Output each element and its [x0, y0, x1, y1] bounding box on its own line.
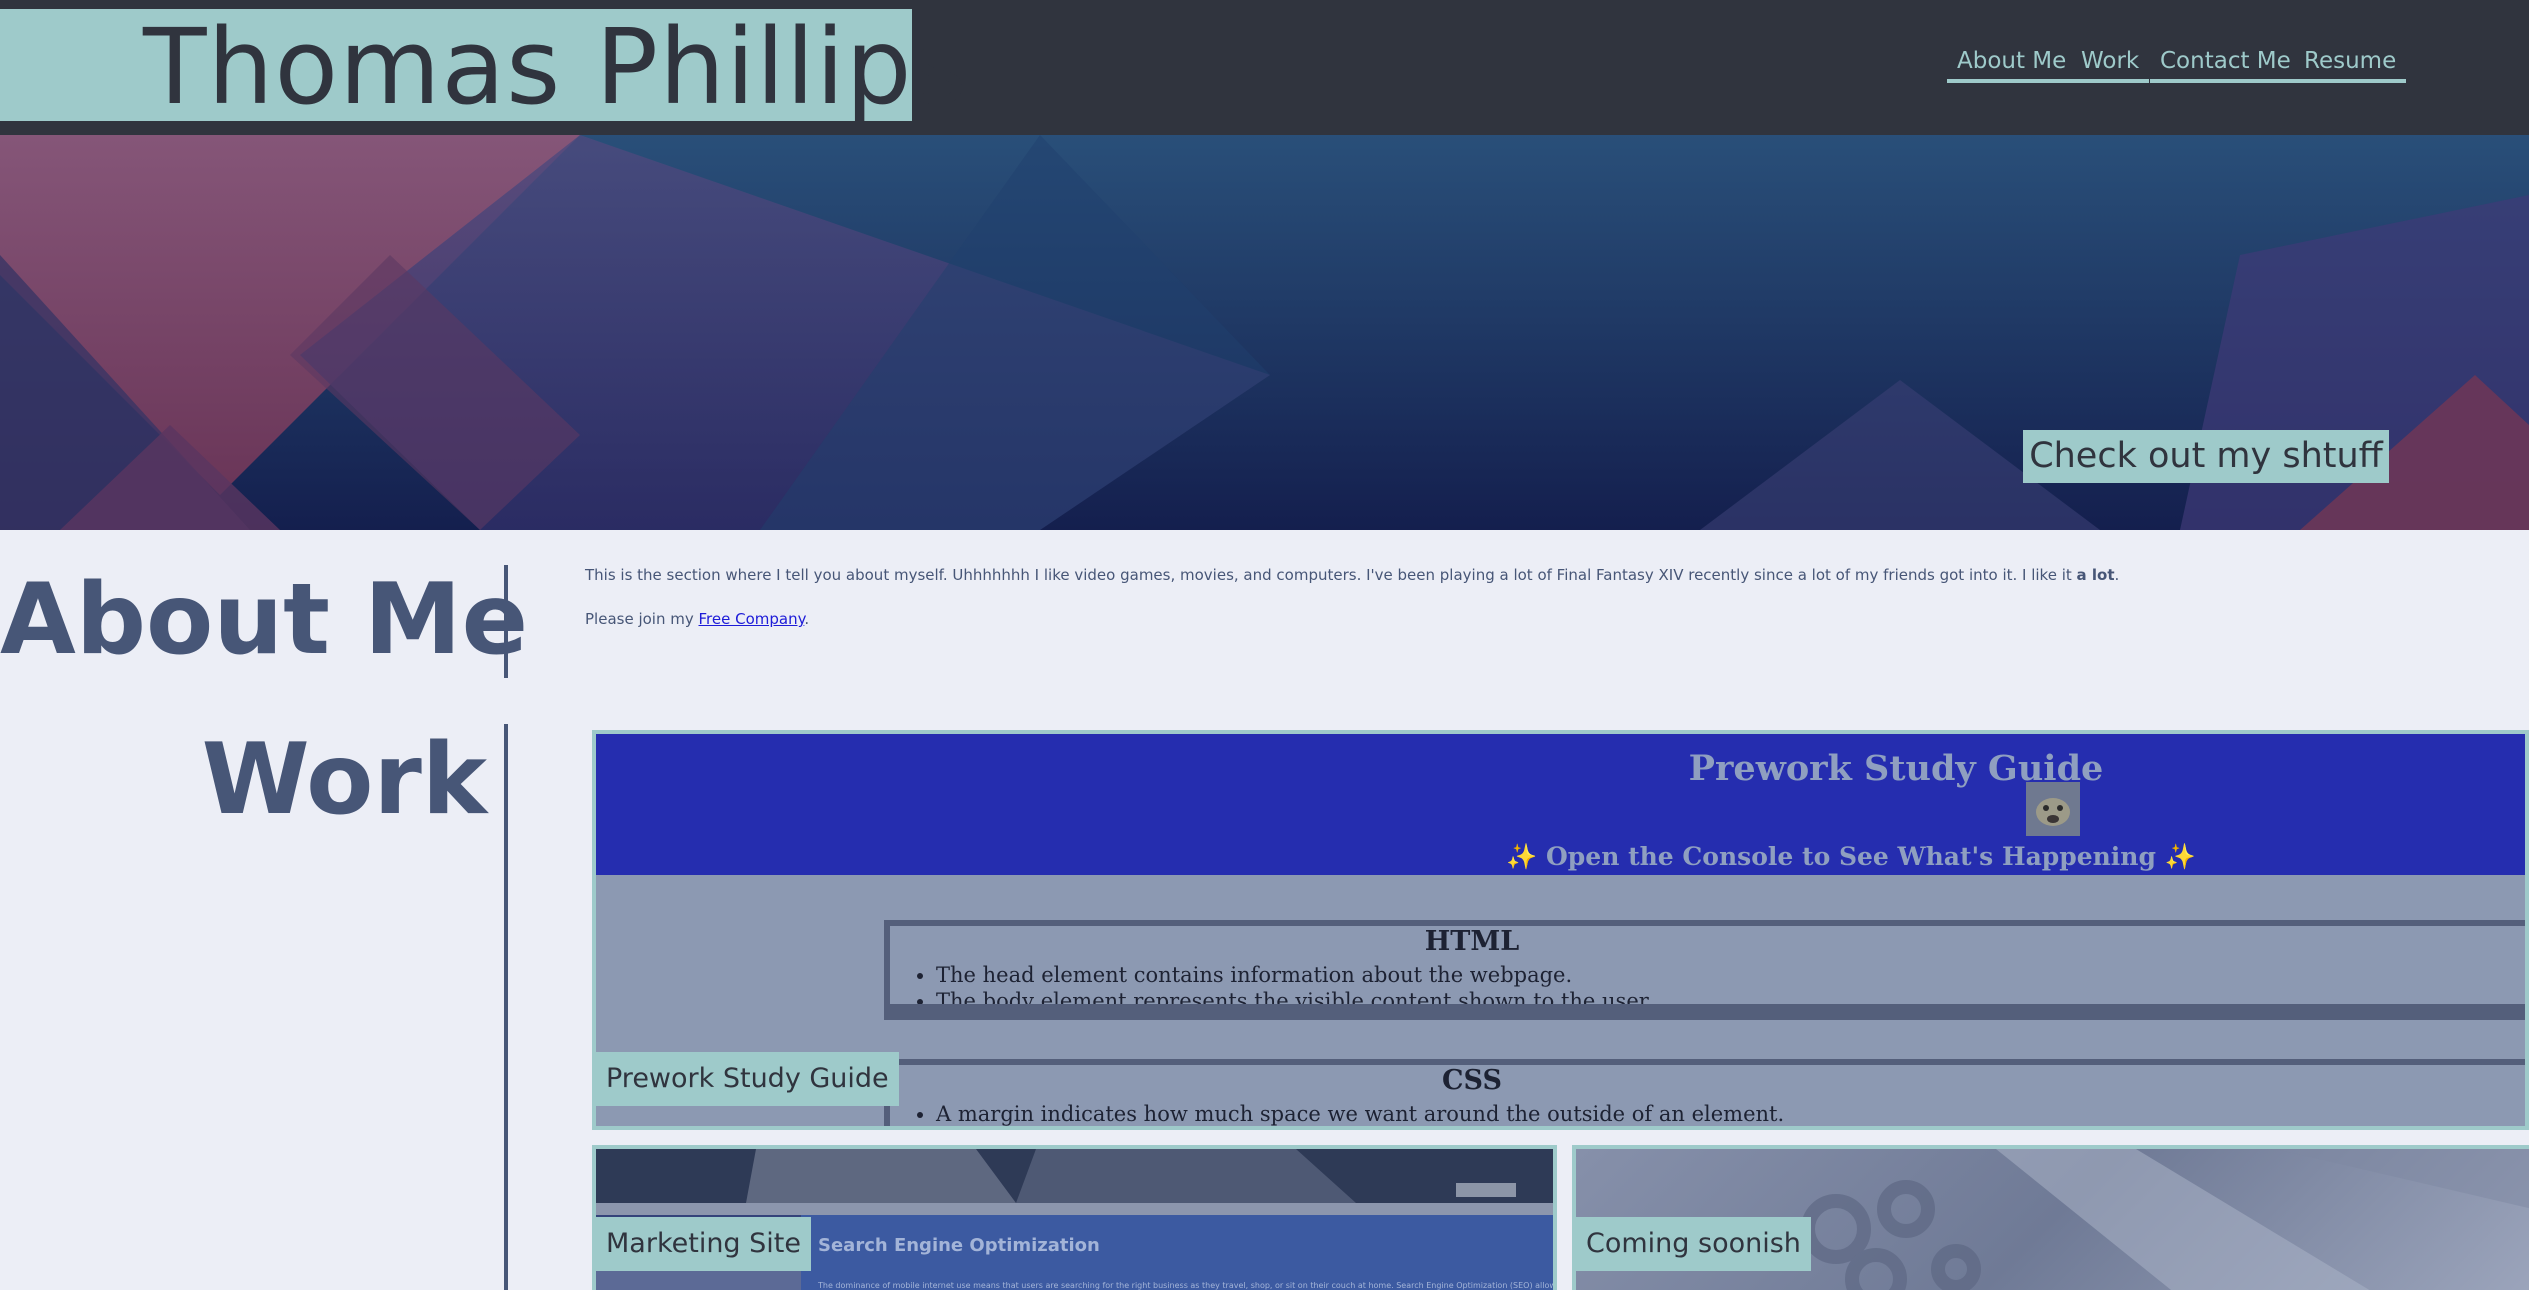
prework-preview-title: Prework Study Guide	[1688, 748, 2104, 789]
site-header: Thomas Phillips About Me Work Contact Me…	[0, 0, 2529, 135]
nav-resume[interactable]: Resume	[2294, 48, 2407, 83]
css-notes-heading: CSS	[1442, 1065, 1502, 1096]
prework-preview-image	[2026, 782, 2080, 836]
about-me-heading: About Me	[0, 563, 529, 677]
nav-about-me[interactable]: About Me	[1947, 48, 2077, 83]
marketing-preview-text: The dominance of mobile internet use mea…	[818, 1281, 1557, 1290]
list-item: A margin indicates how much space we wan…	[936, 1101, 1784, 1126]
work-heading: Work	[201, 723, 487, 837]
coming-soon-card[interactable]: Coming soonish	[1572, 1145, 2529, 1290]
nav-work[interactable]: Work	[2071, 48, 2150, 83]
prework-project-card[interactable]: Prework Study Guide ✨ Open the Console t…	[592, 730, 2529, 1130]
join-free-company-text: Please join my Free Company.	[585, 610, 810, 628]
prework-preview-header: Prework Study Guide ✨ Open the Console t…	[596, 734, 2525, 875]
css-notes-box: CSS A margin indicates how much space we…	[884, 1059, 2525, 1126]
prework-card-label[interactable]: Prework Study Guide	[596, 1052, 899, 1106]
work-divider	[504, 724, 508, 1290]
marketing-preview-hero-image	[596, 1149, 1553, 1203]
css-notes-list: A margin indicates how much space we wan…	[904, 1101, 1784, 1126]
html-notes-box: HTML The head element contains informati…	[884, 920, 2525, 1020]
about-me-paragraph: This is the section where I tell you abo…	[585, 566, 2120, 584]
check-out-work-button[interactable]: Check out my shtuff	[2023, 430, 2389, 483]
name-banner: Thomas Phillips	[0, 9, 967, 123]
free-company-link[interactable]: Free Company	[699, 610, 805, 628]
about-me-divider	[504, 565, 508, 678]
box-shadow-bar	[890, 1004, 2525, 1014]
coming-soon-card-label[interactable]: Coming soonish	[1576, 1217, 1811, 1271]
marketing-preview-photo	[596, 1149, 1553, 1203]
marketing-preview-heading: Search Engine Optimization	[818, 1235, 1100, 1256]
html-notes-heading: HTML	[1424, 926, 1520, 957]
dog-image-icon	[2026, 782, 2080, 836]
marketing-preview-nav	[596, 1203, 1553, 1215]
list-item: The head element contains information ab…	[936, 962, 1653, 988]
marketing-card-label[interactable]: Marketing Site	[596, 1217, 811, 1271]
marketing-site-card[interactable]: Search Engine Optimization The dominance…	[592, 1145, 1557, 1290]
nav-contact-me[interactable]: Contact Me	[2150, 48, 2301, 83]
site-title: Thomas Phillips	[143, 6, 968, 128]
hero-banner: Check out my shtuff	[0, 135, 2529, 530]
prework-preview-subtitle: ✨ Open the Console to See What's Happeni…	[1506, 842, 2196, 871]
